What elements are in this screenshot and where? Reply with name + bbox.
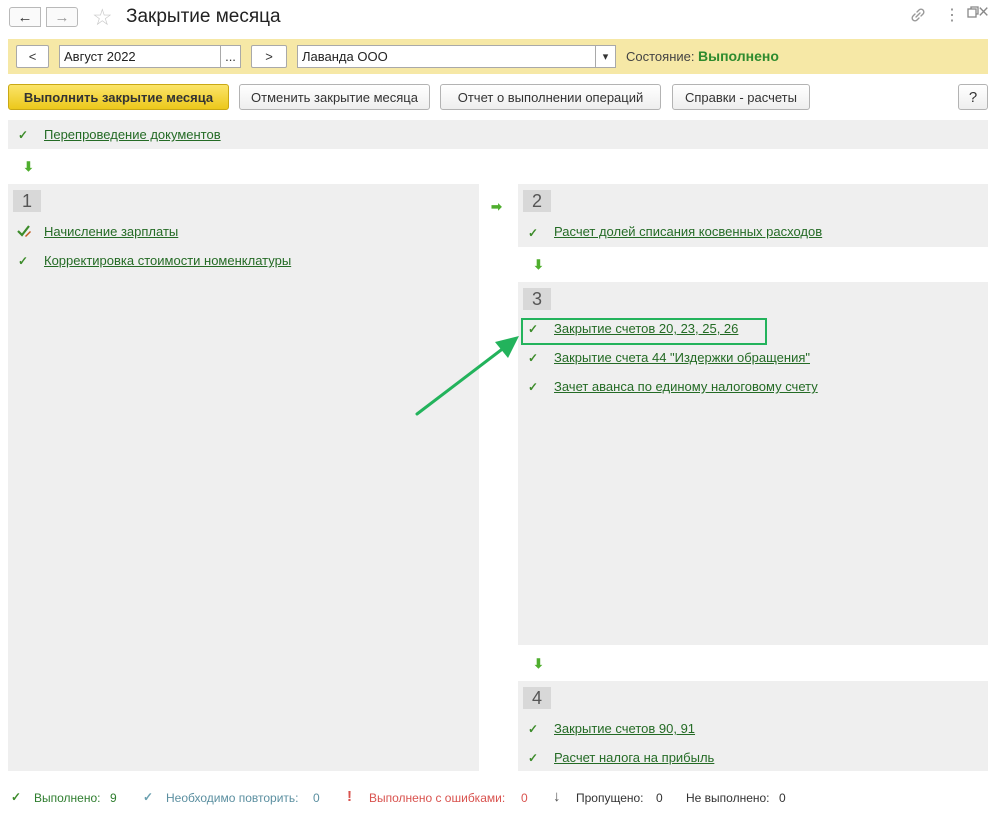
highlight-frame: [521, 318, 767, 345]
back-button[interactable]: ←: [9, 7, 41, 27]
errors-label: Выполнено с ошибками:: [369, 791, 506, 805]
status-label: Состояние:: [626, 49, 695, 64]
skipped-label: Пропущено:: [576, 791, 644, 805]
not-done-count: 0: [779, 791, 786, 805]
check-edit-icon: [16, 223, 32, 242]
block-1-number: 1: [13, 190, 41, 212]
organization-dropdown-button[interactable]: ▾: [595, 45, 616, 68]
prev-period-button[interactable]: <: [16, 45, 49, 68]
check-icon: ✓: [11, 790, 22, 804]
not-done-label: Не выполнено:: [686, 791, 770, 805]
skipped-icon: ↓: [553, 788, 561, 805]
cancel-month-close-button[interactable]: Отменить закрытие месяца: [239, 84, 430, 110]
close-icon[interactable]: ×: [978, 3, 989, 23]
error-icon: !: [347, 788, 352, 805]
chevron-down-icon: ▾: [602, 51, 609, 63]
done-count: 9: [110, 791, 117, 805]
forward-button[interactable]: →: [46, 7, 78, 27]
repeat-count: 0: [313, 791, 320, 805]
arrow-down-icon: ⬇: [23, 159, 34, 174]
arrow-down-icon: ⬇: [533, 257, 544, 272]
payroll-accrual-link[interactable]: Начисление зарплаты: [44, 224, 178, 239]
arrow-left-icon: ←: [17, 8, 33, 26]
block-4-number: 4: [523, 687, 551, 709]
period-field[interactable]: Август 2022: [59, 45, 221, 68]
repeat-label: Необходимо повторить:: [166, 791, 299, 805]
annotation-arrow-icon: [415, 336, 519, 416]
check-icon: ✓: [18, 254, 29, 268]
profit-tax-calculation-link[interactable]: Расчет налога на прибыль: [554, 750, 714, 765]
status-value: Выполнено: [698, 48, 779, 64]
more-icon[interactable]: ⋮: [944, 6, 960, 26]
done-label: Выполнено:: [34, 791, 101, 805]
block-2-number: 2: [523, 190, 551, 212]
operations-report-button[interactable]: Отчет о выполнении операций: [440, 84, 661, 110]
next-period-button[interactable]: >: [251, 45, 287, 68]
organization-field[interactable]: Лаванда ООО: [297, 45, 596, 68]
period-select-button[interactable]: ...: [220, 45, 241, 68]
link-icon[interactable]: [909, 6, 927, 30]
indirect-costs-share-link[interactable]: Расчет долей списания косвенных расходов: [554, 224, 822, 239]
reposting-documents-link[interactable]: Перепроведение документов: [44, 127, 221, 142]
arrow-right-icon: ➡: [491, 199, 502, 214]
close-accounts-90-91-link[interactable]: Закрытие счетов 90, 91: [554, 721, 695, 736]
arrow-down-icon: ⬇: [533, 656, 544, 671]
skipped-count: 0: [656, 791, 663, 805]
help-button[interactable]: ?: [958, 84, 988, 110]
inventory-cost-adjustment-link[interactable]: Корректировка стоимости номенклатуры: [44, 253, 291, 268]
reports-calculations-button[interactable]: Справки - расчеты: [672, 84, 810, 110]
check-icon: ✓: [528, 722, 539, 736]
check-icon: ✓: [18, 128, 29, 142]
repeat-check-icon: ✓: [143, 790, 154, 804]
check-icon: ✓: [528, 751, 539, 765]
close-account-44-link[interactable]: Закрытие счета 44 "Издержки обращения": [554, 350, 810, 365]
favorite-star-icon[interactable]: ☆: [92, 4, 113, 30]
block-3-number: 3: [523, 288, 551, 310]
check-icon: ✓: [528, 226, 539, 240]
arrow-right-icon: →: [54, 8, 70, 26]
page-title: Закрытие месяца: [126, 6, 281, 27]
advance-offset-link[interactable]: Зачет аванса по единому налоговому счету: [554, 379, 818, 394]
block-1-panel: [8, 184, 479, 771]
run-month-close-button[interactable]: Выполнить закрытие месяца: [8, 84, 229, 110]
errors-count: 0: [521, 791, 528, 805]
